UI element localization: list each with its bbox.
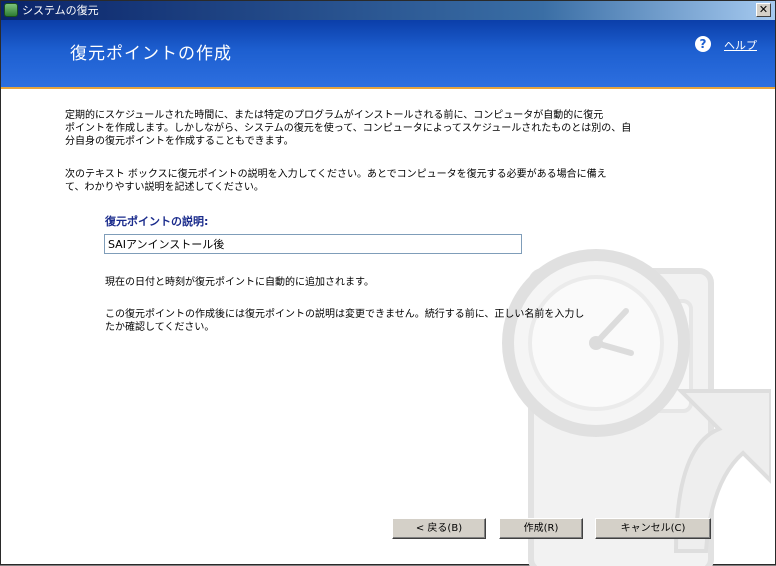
window-title: システムの復元	[22, 4, 99, 17]
auto-date-note-line: 現在の日付と時刻が復元ポイントに自動的に追加されます。	[105, 277, 374, 288]
close-button[interactable]: ✕	[756, 3, 771, 17]
warning-text: この復元ポイントの作成後には復元ポイントの説明は変更できません。続行する前に、正…	[105, 308, 584, 334]
warning-line: たか確認してください。	[105, 322, 215, 333]
warning-line: この復元ポイントの作成後には復元ポイントの説明は変更できません。続行する前に、正…	[105, 309, 585, 320]
title-bar: システムの復元 ✕	[1, 1, 775, 20]
back-button[interactable]: < 戻る(B)	[392, 518, 486, 539]
system-restore-window: システムの復元 ✕ 復元ポイントの作成 ? ヘルプ 定期的にスケジュールされた時…	[0, 0, 776, 566]
help-link[interactable]: ヘルプ	[724, 37, 757, 53]
intro-text: 定期的にスケジュールされた時間に、または特定のプログラムがインストールされる前に…	[65, 109, 631, 148]
auto-date-note: 現在の日付と時刻が復元ポイントに自動的に追加されます。	[105, 276, 374, 289]
intro-line: ポイントを作成します。しかしながら、システムの復元を使って、コンピュータによって…	[65, 123, 632, 134]
create-button[interactable]: 作成(R)	[499, 518, 583, 539]
wizard-header: 復元ポイントの作成 ? ヘルプ	[1, 20, 775, 89]
description-input[interactable]	[104, 234, 522, 254]
instruction-text: 次のテキスト ボックスに復元ポイントの説明を入力してください。あとでコンピュータ…	[65, 168, 607, 194]
intro-line: 定期的にスケジュールされた時間に、または特定のプログラムがインストールされる前に…	[65, 110, 604, 121]
description-label: 復元ポイントの説明:	[105, 215, 209, 228]
wizard-content: 定期的にスケジュールされた時間に、または特定のプログラムがインストールされる前に…	[1, 89, 775, 565]
cancel-button[interactable]: キャンセル(C)	[595, 518, 711, 539]
page-title: 復元ポイントの作成	[70, 44, 232, 64]
system-restore-app-icon	[4, 3, 18, 17]
instruction-line: て、わかりやすい説明を記述してください。	[65, 182, 264, 193]
instruction-line: 次のテキスト ボックスに復元ポイントの説明を入力してください。あとでコンピュータ…	[65, 169, 607, 180]
help-icon[interactable]: ?	[695, 36, 711, 52]
intro-line: 分自身の復元ポイントを作成することもできます。	[65, 136, 294, 147]
